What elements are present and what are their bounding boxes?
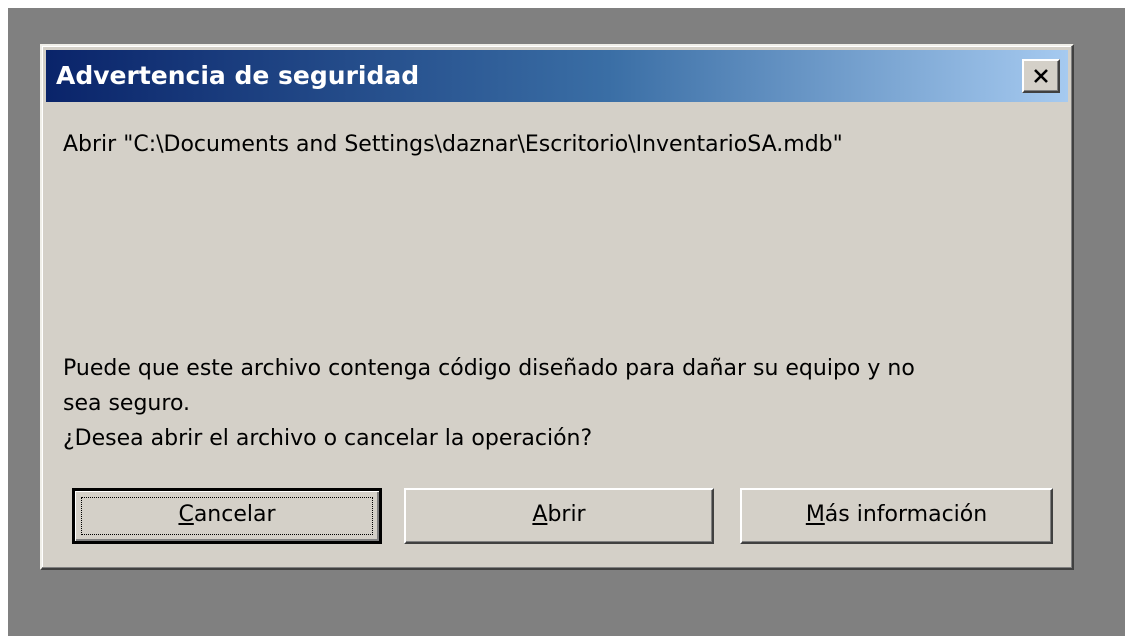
cancel-label-rest: ancelar <box>193 502 276 527</box>
title-bar[interactable]: Advertencia de seguridad <box>46 50 1068 102</box>
close-button[interactable] <box>1022 59 1060 93</box>
warning-message-line1: Puede que este archivo contenga código d… <box>63 356 915 381</box>
security-warning-dialog: Advertencia de seguridad Abrir "C:\Docum… <box>40 44 1074 570</box>
cancel-button[interactable]: Cancelar <box>72 488 382 544</box>
dialog-title: Advertencia de seguridad <box>56 61 420 90</box>
cancel-button-label: Cancelar <box>178 502 275 527</box>
more-info-mnemonic: M <box>805 502 825 527</box>
open-file-path-message: Abrir "C:\Documents and Settings\daznar\… <box>63 132 843 157</box>
open-button[interactable]: Abrir <box>404 488 714 544</box>
warning-message-line2: sea seguro. <box>63 391 191 416</box>
open-label-rest: brir <box>547 502 586 527</box>
more-info-label-rest: ás información <box>824 502 988 527</box>
close-icon <box>1034 69 1048 83</box>
more-info-button-label: Más información <box>806 502 987 527</box>
open-button-label: Abrir <box>532 502 585 527</box>
open-mnemonic: A <box>532 502 548 527</box>
more-info-button[interactable]: Más información <box>740 488 1053 544</box>
confirmation-question: ¿Desea abrir el archivo o cancelar la op… <box>63 426 593 451</box>
cancel-mnemonic: C <box>178 502 194 527</box>
